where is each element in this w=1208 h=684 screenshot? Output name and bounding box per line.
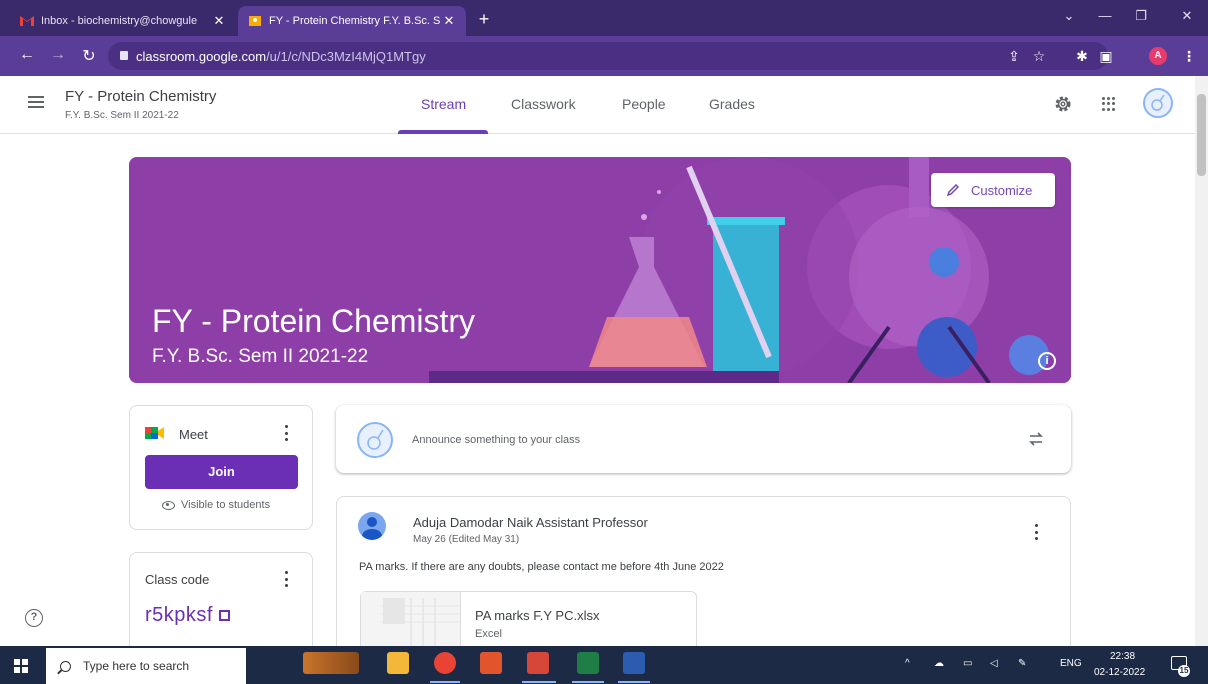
main-menu-icon[interactable] [28,96,44,108]
pencil-icon [947,184,959,196]
customize-label: Customize [971,182,1033,198]
display-code-fullscreen-icon[interactable] [219,610,230,621]
chrome-profile-icon[interactable] [527,652,549,674]
reload-icon[interactable]: ↻ [79,46,99,66]
taskbar-search-placeholder: Type here to search [83,659,190,673]
notification-count: 15 [1178,665,1190,677]
search-icon [60,660,71,672]
attachment-name[interactable]: PA marks F.Y PC.xlsx [475,608,600,623]
chrome-icon[interactable] [434,652,456,674]
volume-icon[interactable]: ◁ [990,658,998,669]
active-tab-indicator [398,130,488,134]
class-code-label: Class code [145,572,210,587]
forward-icon[interactable]: → [48,46,68,64]
eye-icon [162,500,175,510]
help-icon[interactable]: ? [25,609,43,627]
tab-people[interactable]: People [622,96,666,112]
new-tab-button[interactable]: + [473,9,495,30]
attachment-thumbnail [361,592,461,646]
gmail-icon [20,16,34,26]
google-meet-icon [145,427,164,439]
excel-icon[interactable] [577,652,599,674]
network-icon[interactable]: ▭ [963,658,972,669]
side-panel-icon[interactable]: ▣ [1096,46,1116,66]
browser-menu-icon[interactable]: ⋮ [1179,46,1199,66]
class-code-value: r5kpksf [145,604,213,626]
announce-user-avatar [357,422,393,458]
running-indicator [430,681,460,683]
close-tab-icon[interactable]: ✕ [442,13,456,29]
close-tab-icon[interactable]: ✕ [212,13,226,29]
banner-class-title: FY - Protein Chemistry [152,303,476,339]
info-icon[interactable]: i [1038,352,1056,370]
office-icon[interactable] [480,652,502,674]
minimize-button[interactable]: — [1094,8,1116,23]
language-indicator[interactable]: ENG [1060,658,1082,669]
tab-grades[interactable]: Grades [709,96,755,112]
meet-label: Meet [179,427,208,442]
post-author: Aduja Damodar Naik Assistant Professor [413,515,648,530]
lock-icon[interactable] [120,51,128,60]
apps-grid-icon[interactable] [1102,97,1116,111]
pen-icon[interactable]: ✎ [1018,658,1026,669]
taskbar-search-box[interactable]: Type here to search [46,648,246,684]
classroom-header [0,76,1195,134]
running-indicator [572,681,604,683]
scrollbar-thumb[interactable] [1197,94,1206,176]
browser-tab-inbox[interactable]: Inbox - biochemistry@chowgule ✕ [10,6,236,36]
banner-class-subtitle: F.Y. B.Sc. Sem II 2021-22 [152,346,369,367]
class-title[interactable]: FY - Protein Chemistry [65,88,216,105]
running-indicator [522,681,556,683]
account-avatar[interactable] [1143,88,1173,118]
post-date: May 26 (Edited May 31) [413,534,520,545]
spreadsheet-preview [381,598,461,646]
tab-title: FY - Protein Chemistry F.Y. B.Sc. S [269,15,441,27]
close-window-button[interactable]: ✕ [1176,8,1198,24]
meet-more-options-icon[interactable] [284,425,288,441]
class-code-more-options-icon[interactable] [284,571,288,587]
avatar-flask-icon [1151,94,1165,111]
announce-placeholder[interactable]: Announce something to your class [412,434,580,446]
extensions-icon[interactable]: ✱ [1072,46,1092,66]
url-text[interactable]: classroom.google.com/u/1/c/NDc3MzI4MjQ1M… [136,49,426,64]
classroom-icon [249,16,261,26]
windows-start-icon[interactable] [14,659,28,673]
profile-avatar[interactable]: A [1149,47,1167,65]
tab-classwork[interactable]: Classwork [511,96,576,112]
restore-button[interactable]: ❐ [1130,8,1152,24]
browser-tab-classroom[interactable]: FY - Protein Chemistry F.Y. B.Sc. S ✕ [238,6,466,36]
taskbar-image-icon [303,652,359,674]
author-avatar [358,512,386,540]
share-icon[interactable]: ⇪ [1004,46,1024,66]
visibility-text: Visible to students [181,499,271,511]
class-subtitle: F.Y. B.Sc. Sem II 2021-22 [65,110,179,121]
clock-time[interactable]: 22:38 [1110,651,1135,662]
tab-stream[interactable]: Stream [421,96,466,112]
class-code-card [129,552,313,652]
clock-date[interactable]: 02-12-2022 [1094,667,1145,678]
back-icon[interactable]: ← [17,46,37,64]
word-icon[interactable] [623,652,645,674]
tab-search-icon[interactable]: ⌄ [1058,8,1080,24]
onedrive-icon[interactable]: ☁ [934,658,944,669]
repost-icon[interactable] [1027,430,1045,448]
visibility-note: Visible to students [162,499,270,511]
post-text: PA marks. If there are any doubts, pleas… [359,561,724,573]
attachment-type: Excel [475,628,502,640]
avatar-flask-icon [367,429,384,450]
file-explorer-icon[interactable] [387,652,409,674]
bookmark-star-icon[interactable]: ☆ [1029,46,1049,66]
tray-chevron-icon[interactable]: ^ [905,658,910,669]
post-more-options-icon[interactable] [1034,524,1038,540]
join-meet-button[interactable]: Join [145,455,298,489]
settings-gear-icon[interactable] [1054,95,1072,113]
customize-button[interactable]: Customize [931,173,1055,207]
tab-title: Inbox - biochemistry@chowgule [41,15,198,27]
running-indicator [618,681,650,683]
